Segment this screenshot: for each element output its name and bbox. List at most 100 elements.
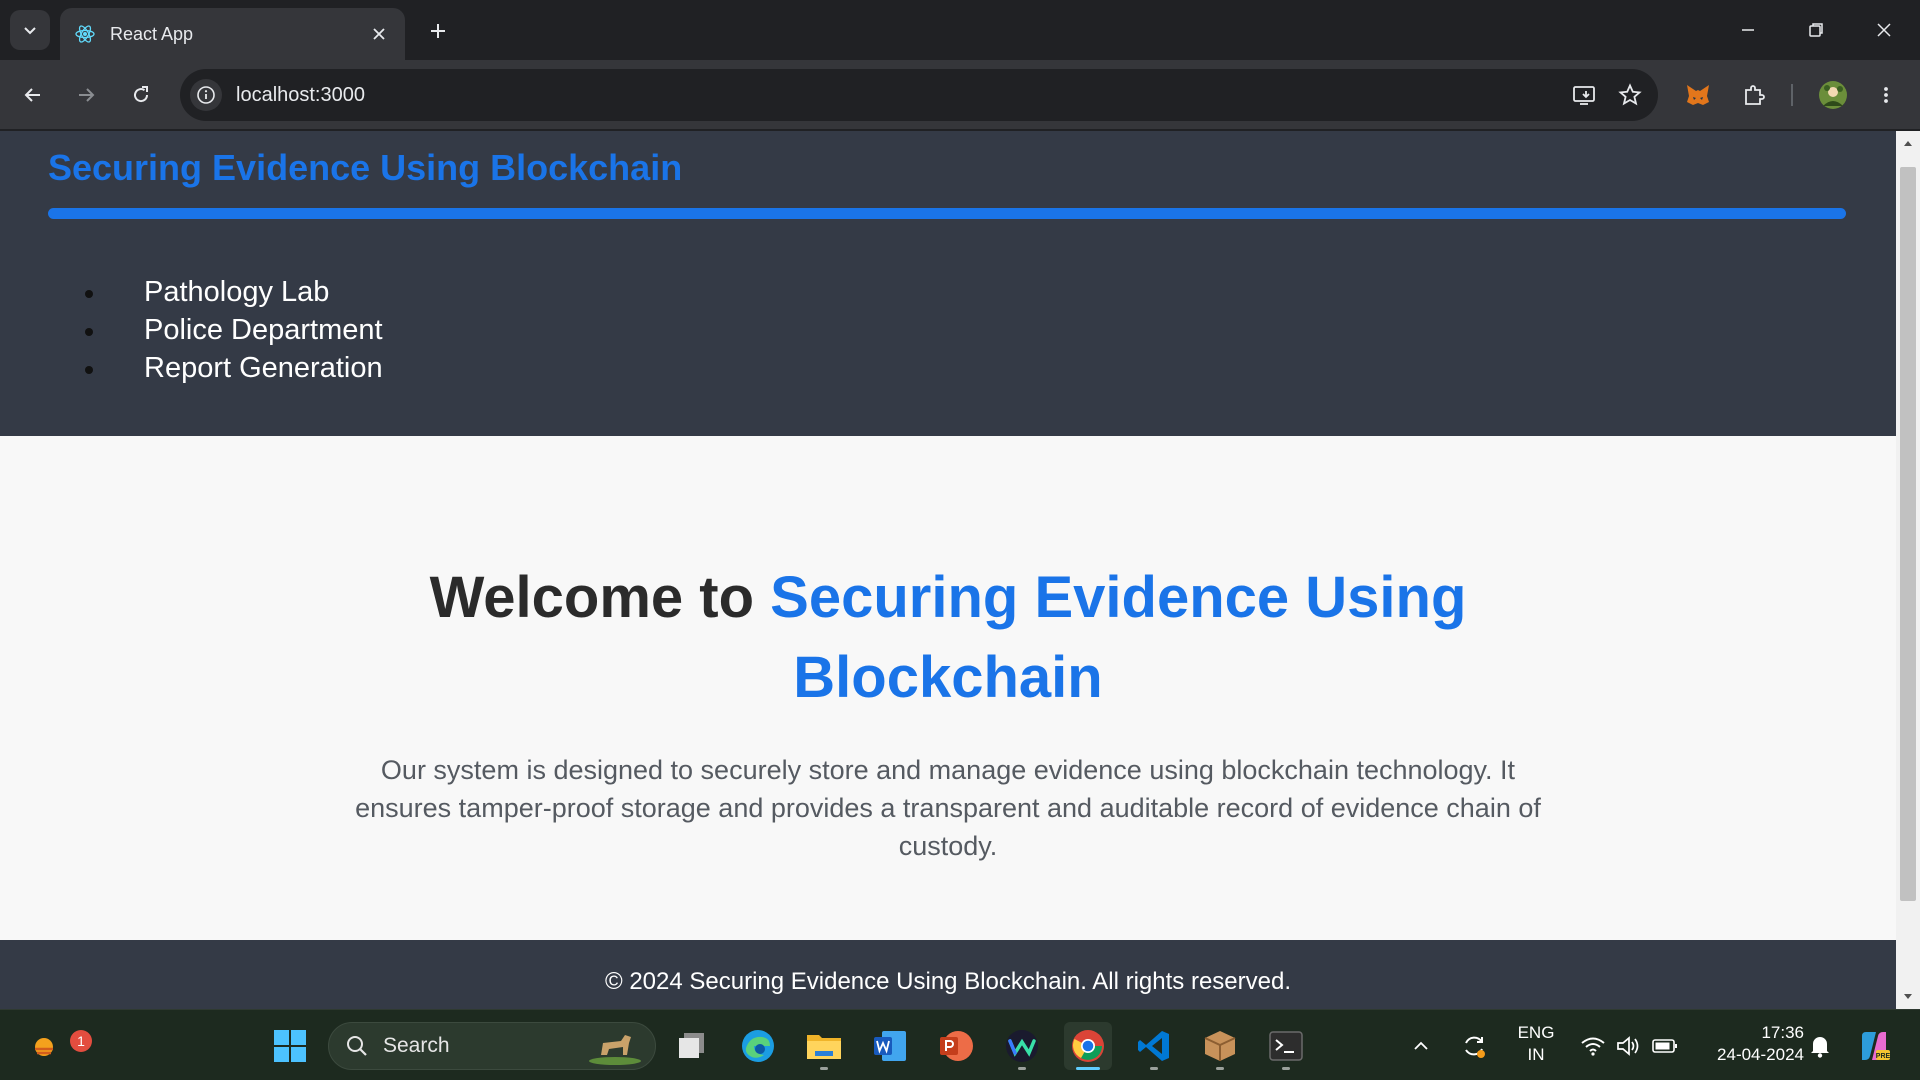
- tray-sync-status[interactable]: [1456, 1022, 1492, 1070]
- input-language-indicator[interactable]: ENG IN: [1508, 1022, 1564, 1066]
- back-button[interactable]: [15, 77, 51, 113]
- running-indicator: [1282, 1067, 1290, 1070]
- weather-widget[interactable]: 1: [22, 1022, 92, 1070]
- site-info-icon[interactable]: [190, 79, 222, 111]
- tray-overflow-button[interactable]: [1406, 1022, 1436, 1070]
- start-button[interactable]: [266, 1022, 314, 1070]
- chrome-menu-button[interactable]: [1868, 77, 1904, 113]
- browser-tab[interactable]: React App: [60, 8, 405, 60]
- taskbar-edge[interactable]: [734, 1022, 782, 1070]
- tray-clock[interactable]: 17:36 24-04-2024: [1694, 1022, 1804, 1066]
- scroll-down-arrow-icon[interactable]: [1896, 985, 1920, 1009]
- region-code: IN: [1527, 1045, 1545, 1064]
- taskbar-copilot[interactable]: PRE: [1850, 1022, 1898, 1070]
- taskbar-search-box[interactable]: Search: [328, 1022, 656, 1070]
- tray-notifications[interactable]: [1804, 1022, 1836, 1070]
- tray-battery[interactable]: [1648, 1022, 1682, 1070]
- search-icon: [347, 1036, 367, 1056]
- footer-copyright: © 2024 Securing Evidence Using Blockchai…: [604, 968, 1292, 995]
- windows-logo-icon: [274, 1030, 306, 1062]
- weather-notification-badge: 1: [70, 1030, 92, 1052]
- nav-link-police-department[interactable]: Police Department: [144, 314, 383, 347]
- restore-button[interactable]: [1790, 10, 1842, 50]
- close-window-button[interactable]: [1858, 10, 1910, 50]
- browser-toolbar: localhost:3000: [0, 60, 1920, 130]
- clock-date: 24-04-2024: [1717, 1045, 1804, 1064]
- running-indicator: [820, 1067, 828, 1070]
- nav-item-report-generation: Report Generation: [82, 349, 383, 387]
- wifi-icon: [1581, 1037, 1605, 1056]
- speaker-icon: [1617, 1036, 1639, 1056]
- scroll-up-arrow-icon[interactable]: [1896, 131, 1920, 155]
- chrome-icon: [1072, 1030, 1104, 1062]
- reload-icon: [134, 86, 149, 103]
- taskbar-file-explorer[interactable]: [800, 1022, 848, 1070]
- close-icon: [1877, 23, 1891, 37]
- tab-search-button[interactable]: [10, 10, 50, 50]
- url-text: localhost:3000: [236, 83, 365, 106]
- task-view-button[interactable]: [668, 1022, 716, 1070]
- nav-menu: Pathology Lab Police Department Report G…: [82, 273, 383, 387]
- hero-section: Welcome to Securing Evidence Using Block…: [0, 436, 1896, 1009]
- nav-link-pathology-lab[interactable]: Pathology Lab: [144, 276, 329, 309]
- taskbar-terminal[interactable]: [1262, 1022, 1310, 1070]
- minimize-button[interactable]: [1722, 10, 1774, 50]
- address-bar[interactable]: localhost:3000: [180, 69, 1658, 121]
- forward-button[interactable]: [68, 77, 104, 113]
- nav-link-report-generation[interactable]: Report Generation: [144, 352, 383, 385]
- scrollbar-thumb[interactable]: [1900, 167, 1916, 901]
- bookmark-star-icon[interactable]: [1612, 77, 1648, 113]
- chevron-up-icon: [1414, 1041, 1428, 1050]
- tab-title: React App: [110, 23, 194, 44]
- title-underline-bar: [48, 208, 1846, 219]
- taskbar-search-label: Search: [383, 1034, 450, 1057]
- tray-volume[interactable]: [1612, 1022, 1646, 1070]
- tray-wifi[interactable]: [1576, 1022, 1610, 1070]
- nav-item-pathology-lab: Pathology Lab: [82, 273, 383, 311]
- task-view-icon: [679, 1033, 704, 1058]
- more-vertical-icon: [1884, 87, 1888, 103]
- edge-icon: [742, 1030, 774, 1062]
- new-tab-button[interactable]: [422, 15, 454, 47]
- site-title[interactable]: Securing Evidence Using Blockchain: [48, 147, 682, 189]
- tab-strip: React App: [0, 0, 1920, 60]
- taskbar-webex[interactable]: [998, 1022, 1046, 1070]
- hero-title: Welcome to Securing Evidence Using Block…: [300, 558, 1596, 718]
- hero-title-prefix: Welcome to: [429, 565, 771, 630]
- copilot-icon: PRE: [1862, 1032, 1891, 1060]
- folder-icon: [807, 1035, 841, 1059]
- running-indicator: [1216, 1067, 1224, 1070]
- profile-avatar[interactable]: [1815, 77, 1851, 113]
- powerpoint-icon: [940, 1031, 973, 1061]
- reload-button[interactable]: [123, 77, 159, 113]
- chevron-down-icon: [24, 27, 36, 35]
- vertical-scrollbar[interactable]: [1896, 131, 1920, 1009]
- extensions-puzzle-icon[interactable]: [1736, 77, 1772, 113]
- svg-text:PRE: PRE: [1876, 1053, 1891, 1060]
- site-footer: © 2024 Securing Evidence Using Blockchai…: [0, 940, 1896, 1009]
- metamask-fox-icon[interactable]: [1680, 77, 1716, 113]
- arrow-right-icon: [79, 88, 95, 102]
- toolbar-divider: [1791, 84, 1793, 106]
- arrow-left-icon: [24, 88, 40, 102]
- hero-description: Our system is designed to securely store…: [355, 755, 1541, 861]
- webex-icon: [1006, 1030, 1038, 1062]
- restore-icon: [1809, 23, 1823, 37]
- weather-sun-icon: [35, 1038, 53, 1056]
- plus-icon: [431, 24, 445, 38]
- package-box-icon: [1204, 1031, 1236, 1061]
- taskbar-word[interactable]: [866, 1022, 914, 1070]
- language-code: ENG: [1517, 1023, 1555, 1042]
- taskbar-powerpoint[interactable]: [932, 1022, 980, 1070]
- terminal-icon: [1269, 1031, 1303, 1061]
- taskbar-package-app[interactable]: [1196, 1022, 1244, 1070]
- install-app-icon[interactable]: [1566, 77, 1602, 113]
- site-header: Securing Evidence Using Blockchain Patho…: [0, 131, 1896, 436]
- search-highlight-dog-icon: [589, 1035, 641, 1065]
- running-indicator: [1150, 1067, 1158, 1070]
- taskbar-chrome[interactable]: [1064, 1022, 1112, 1070]
- taskbar-vscode[interactable]: [1130, 1022, 1178, 1070]
- vscode-icon: [1138, 1031, 1169, 1061]
- close-tab-icon[interactable]: [367, 22, 391, 46]
- page-viewport: Securing Evidence Using Blockchain Patho…: [0, 131, 1896, 1009]
